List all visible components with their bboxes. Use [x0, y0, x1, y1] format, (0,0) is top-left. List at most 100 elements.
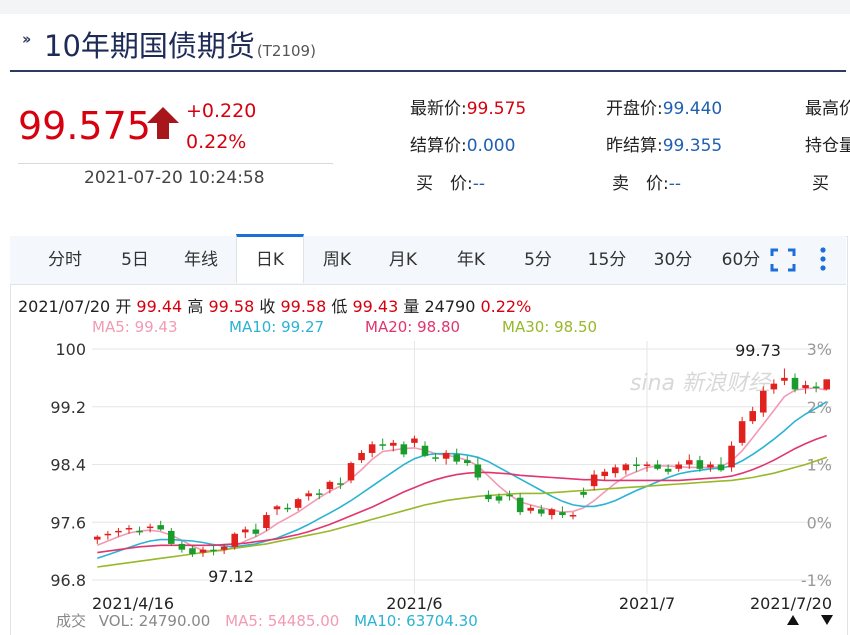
bid-price-field: 买 价:--	[416, 169, 485, 194]
candle-up	[273, 506, 281, 510]
y-tick-label: 98.4	[50, 456, 86, 475]
candle-down	[316, 493, 323, 495]
y-tick-label: 97.6	[50, 513, 86, 532]
tab-5day[interactable]: 5日	[104, 236, 166, 284]
candle-up	[590, 474, 598, 487]
y-tick-label: 96.8	[50, 571, 86, 590]
more-options-icon[interactable]	[816, 246, 830, 274]
tab-60min[interactable]: 60分	[710, 236, 772, 284]
candle-up	[675, 464, 682, 469]
period-tabs: 分时 5日 年线 日K 周K 月K 年K 5分 15分 30分 60分	[10, 234, 846, 285]
tab-30min[interactable]: 30分	[642, 236, 704, 284]
tab-5min[interactable]: 5分	[508, 236, 568, 284]
y-tick-label: 99.2	[50, 398, 86, 417]
candle-up	[326, 481, 334, 490]
tab-yearly-k[interactable]: 年K	[440, 236, 502, 284]
candle-up	[125, 528, 133, 530]
candle-up	[358, 452, 365, 461]
chevron-right-icon: ››	[22, 30, 32, 48]
candle-up	[749, 411, 756, 422]
candle-down	[495, 496, 503, 501]
x-tick-label: 2021/7	[619, 594, 675, 613]
scroll-up-icon[interactable]	[786, 614, 800, 626]
candle-up	[548, 509, 556, 516]
top-bar	[0, 0, 850, 14]
tab-15min[interactable]: 15分	[576, 236, 638, 284]
candle-up	[231, 533, 238, 547]
candle-up	[728, 445, 735, 468]
latest-price-field: 最新价:99.575	[410, 94, 526, 119]
title-label: 10年期国债期货	[44, 29, 255, 63]
ohlc-info: 2021/07/20 开 99.44 高 99.58 收 99.58 低 99.…	[18, 293, 531, 317]
volume-ma5: MA5: 54485.00	[225, 612, 340, 630]
contract-code: (T2109)	[256, 42, 316, 60]
candle-up	[263, 515, 270, 529]
info-open: 99.44	[136, 297, 183, 316]
tab-monthly-k[interactable]: 月K	[372, 236, 434, 284]
tab-daily-k[interactable]: 日K	[236, 234, 304, 283]
candle-up	[781, 377, 788, 381]
tab-intraday[interactable]: 分时	[34, 236, 96, 284]
candle-up	[643, 464, 651, 466]
tab-yearline[interactable]: 年线	[170, 236, 232, 284]
info-date: 2021/07/20	[18, 297, 111, 316]
info-low-label: 低	[331, 297, 348, 316]
info-pct: 0.22%	[480, 297, 532, 316]
candle-down	[157, 525, 164, 530]
ask-price-field: 卖 价:--	[612, 169, 681, 194]
volume-info: 成交 VOL: 24790.00 MA5: 54485.00 MA10: 637…	[56, 610, 478, 631]
candle-up	[527, 507, 534, 511]
candle-down	[717, 464, 725, 471]
bid-price-label: 买 价:	[416, 174, 473, 194]
candle-down	[664, 468, 672, 472]
quote-timestamp: 2021-07-20 10:24:58	[84, 168, 265, 188]
info-vol: 24790	[424, 297, 476, 316]
candle-up	[368, 444, 376, 453]
y-tick-pct-label: 0%	[807, 513, 832, 532]
title-bar: ›› 10年期国债期货 (T2109)	[10, 14, 846, 72]
candle-up	[622, 464, 630, 471]
open-price-value: 99.440	[662, 99, 723, 119]
prev-settle-value: 99.355	[662, 136, 723, 156]
candle-up	[686, 460, 693, 465]
open-price-label: 开盘价:	[606, 99, 663, 119]
candle-down	[516, 497, 524, 513]
ma5-legend: MA5: 99.43	[92, 318, 178, 336]
high-price-label: 最高价	[805, 99, 850, 119]
candle-up	[146, 526, 154, 529]
candle-down	[506, 494, 513, 497]
max-annotation: 99.73	[735, 341, 781, 360]
volume-ma10: MA10: 63704.30	[354, 612, 478, 630]
divider	[18, 163, 333, 164]
settle-price-field: 结算价:0.000	[410, 131, 515, 156]
open-interest-field: 持仓量	[805, 131, 850, 156]
candle-down	[284, 507, 291, 510]
candle-up	[199, 549, 207, 553]
candle-up	[294, 499, 302, 508]
candle-up	[760, 390, 767, 413]
x-tick-label: 2021/7/20	[750, 594, 832, 613]
info-high: 99.58	[208, 297, 255, 316]
candle-down	[696, 460, 704, 469]
bid-volume-field: 买	[812, 169, 829, 194]
fullscreen-icon[interactable]	[770, 248, 796, 272]
up-arrow-icon	[147, 107, 179, 139]
price-change: +0.220	[186, 100, 257, 122]
candle-up	[220, 546, 228, 550]
candle-down	[432, 457, 439, 459]
candle-down	[538, 509, 545, 514]
settle-price-value: 0.000	[466, 136, 516, 156]
high-price-field: 最高价	[805, 94, 850, 119]
kline-chart[interactable]: 100 3%99.2 2%98.4 1%97.6 0%96.8 -1%2021/4/16 2…	[0, 336, 850, 616]
tab-weekly-k[interactable]: 周K	[306, 236, 368, 284]
prev-settle-field: 昨结算:99.355	[606, 131, 722, 156]
info-open-label: 开	[115, 297, 132, 316]
bid-price-value: --	[472, 174, 486, 194]
candle-up	[823, 379, 830, 390]
scroll-down-icon[interactable]	[820, 614, 834, 626]
candle-down	[178, 543, 186, 550]
ma20-legend: MA20: 98.80	[365, 318, 461, 336]
settle-price-label: 结算价:	[410, 136, 467, 156]
candle-down	[400, 444, 408, 455]
candle-down	[379, 444, 386, 446]
